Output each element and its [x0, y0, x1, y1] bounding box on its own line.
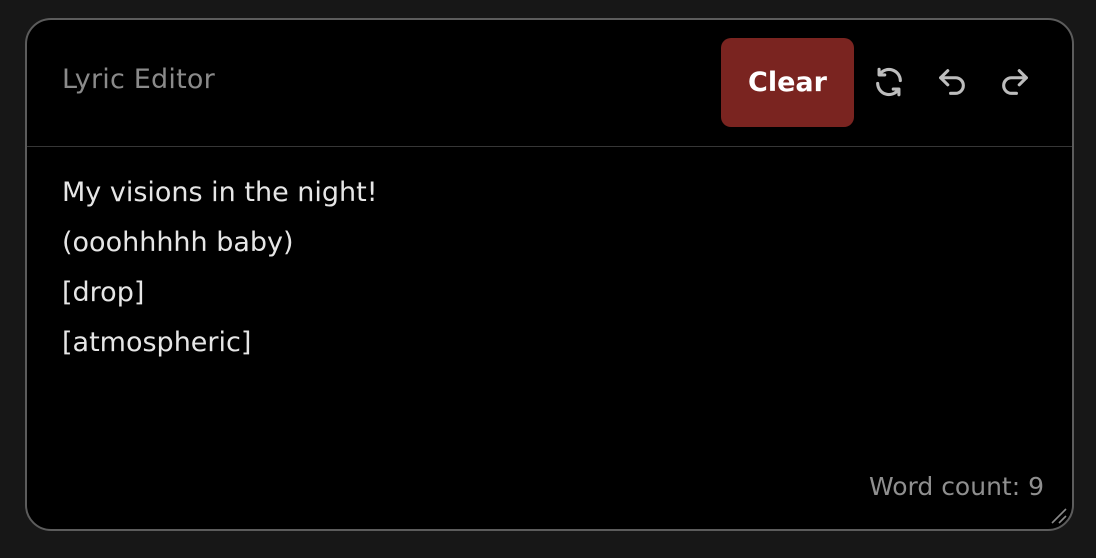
undo-icon: [939, 69, 965, 95]
word-count: Word count: 9: [868, 472, 1044, 501]
redo-icon: [1002, 69, 1028, 95]
lyric-line: (ooohhhhh baby): [62, 227, 294, 258]
resize-handle[interactable]: [1046, 503, 1068, 525]
resize-grip-icon: [1051, 508, 1067, 524]
lyric-line: My visions in the night!: [62, 177, 378, 208]
editor-title: Lyric Editor: [62, 64, 215, 95]
lyric-editor-panel: Lyric Editor Clear My visions in the nig…: [25, 18, 1074, 531]
refresh-button[interactable]: [869, 62, 909, 102]
redo-button[interactable]: [995, 62, 1035, 102]
lyric-line: [drop]: [62, 277, 145, 308]
editor-header: Lyric Editor Clear: [27, 20, 1072, 147]
lyrics-textarea[interactable]: My visions in the night! (ooohhhhh baby)…: [62, 168, 1022, 468]
undo-button[interactable]: [932, 62, 972, 102]
refresh-icon: [876, 67, 902, 97]
lyric-line: [atmospheric]: [62, 327, 252, 358]
clear-button[interactable]: Clear: [721, 38, 854, 127]
